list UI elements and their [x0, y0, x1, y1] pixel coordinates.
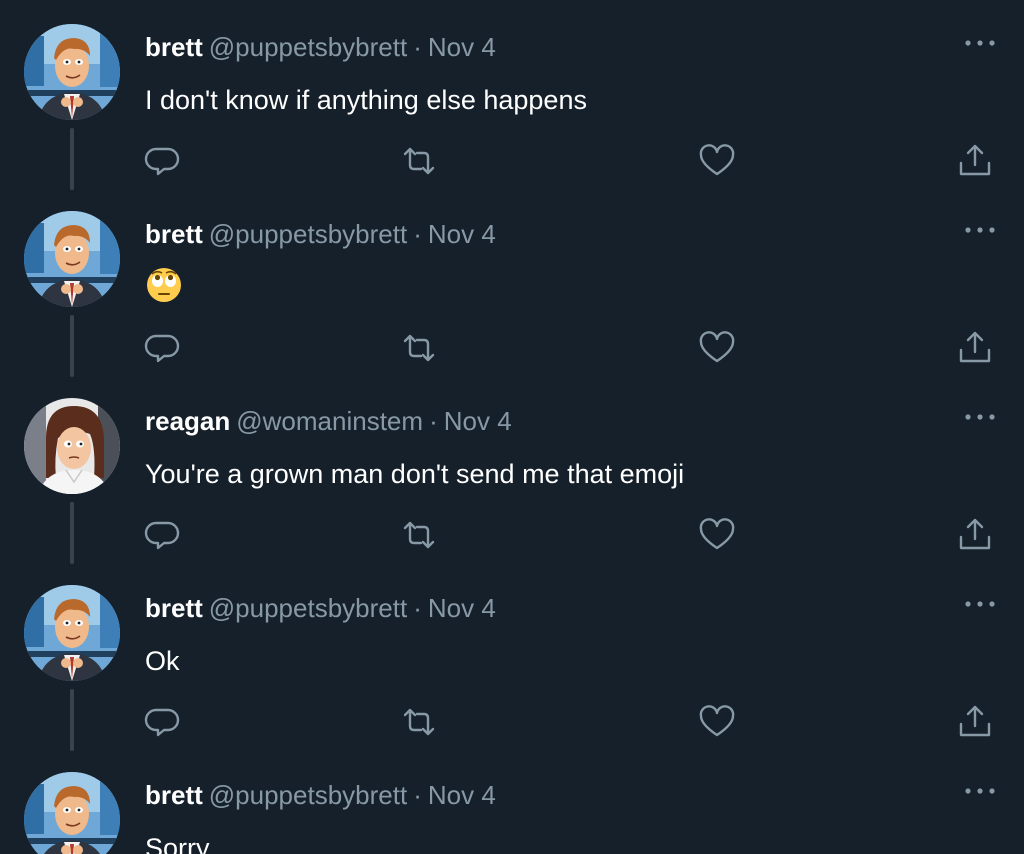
thread-connector-line [70, 689, 74, 751]
retweet-icon[interactable] [399, 328, 439, 368]
share-icon[interactable] [955, 702, 995, 742]
share-icon[interactable] [955, 141, 995, 181]
display-name[interactable]: reagan [145, 406, 230, 436]
tweet-header: brett @puppetsbybrett · Nov 4 [145, 217, 496, 251]
more-icon[interactable] [960, 217, 1000, 243]
tweet-text: You're a grown man don't send me that em… [145, 459, 685, 489]
separator-dot: · [429, 406, 438, 436]
more-icon[interactable] [960, 30, 1000, 56]
avatar[interactable] [24, 585, 120, 681]
tweet-text: Ok [145, 646, 180, 676]
share-icon[interactable] [955, 328, 995, 368]
thread-connector-line [70, 502, 74, 564]
separator-dot: · [413, 32, 422, 62]
separator-dot: · [413, 780, 422, 810]
tweet[interactable]: brett @puppetsbybrett · Nov 4 [0, 187, 1024, 377]
tweet-text: Sorry [145, 833, 210, 854]
like-icon[interactable] [697, 515, 737, 555]
retweet-icon[interactable] [399, 702, 439, 742]
display-name[interactable]: brett [145, 593, 203, 623]
thread-connector-line [70, 315, 74, 377]
display-name[interactable]: brett [145, 780, 203, 810]
avatar[interactable] [24, 772, 120, 854]
avatar[interactable] [24, 211, 120, 307]
reply-icon[interactable] [143, 328, 183, 368]
username-handle[interactable]: @puppetsbybrett [209, 32, 407, 62]
retweet-icon[interactable] [399, 141, 439, 181]
like-icon[interactable] [697, 328, 737, 368]
more-icon[interactable] [960, 404, 1000, 430]
display-name[interactable]: brett [145, 32, 203, 62]
avatar[interactable] [24, 398, 120, 494]
timestamp[interactable]: Nov 4 [444, 406, 512, 436]
username-handle[interactable]: @puppetsbybrett [209, 593, 407, 623]
tweet[interactable]: brett @puppetsbybrett · Nov 4 Ok [0, 561, 1024, 751]
like-icon[interactable] [697, 702, 737, 742]
tweet[interactable]: reagan @womaninstem · Nov 4 You're a grown … [0, 374, 1024, 564]
separator-dot: · [413, 219, 422, 249]
more-icon[interactable] [960, 591, 1000, 617]
username-handle[interactable]: @womaninstem [236, 406, 423, 436]
tweet-text: I don't know if anything else happens [145, 85, 587, 115]
timestamp[interactable]: Nov 4 [428, 32, 496, 62]
separator-dot: · [413, 593, 422, 623]
display-name[interactable]: brett [145, 219, 203, 249]
thread-connector-line [70, 128, 74, 190]
tweet-header: reagan @womaninstem · Nov 4 [145, 404, 512, 438]
tweet-header: brett @puppetsbybrett · Nov 4 [145, 591, 496, 625]
username-handle[interactable]: @puppetsbybrett [209, 219, 407, 249]
retweet-icon[interactable] [399, 515, 439, 555]
reply-icon[interactable] [143, 141, 183, 181]
avatar[interactable] [24, 24, 120, 120]
tweet-header: brett @puppetsbybrett · Nov 4 [145, 30, 496, 64]
reply-icon[interactable] [143, 702, 183, 742]
reply-icon[interactable] [143, 515, 183, 555]
like-icon[interactable] [697, 141, 737, 181]
timestamp[interactable]: Nov 4 [428, 780, 496, 810]
username-handle[interactable]: @puppetsbybrett [209, 780, 407, 810]
more-icon[interactable] [960, 778, 1000, 804]
tweet-header: brett @puppetsbybrett · Nov 4 [145, 778, 496, 812]
timestamp[interactable]: Nov 4 [428, 593, 496, 623]
tweet[interactable]: brett @puppetsbybrett · Nov 4 I don't know … [0, 0, 1024, 190]
tweet[interactable]: brett @puppetsbybrett · Nov 4 Sorry [0, 748, 1024, 854]
face-with-rolling-eyes-icon [146, 267, 182, 303]
share-icon[interactable] [955, 515, 995, 555]
timestamp[interactable]: Nov 4 [428, 219, 496, 249]
